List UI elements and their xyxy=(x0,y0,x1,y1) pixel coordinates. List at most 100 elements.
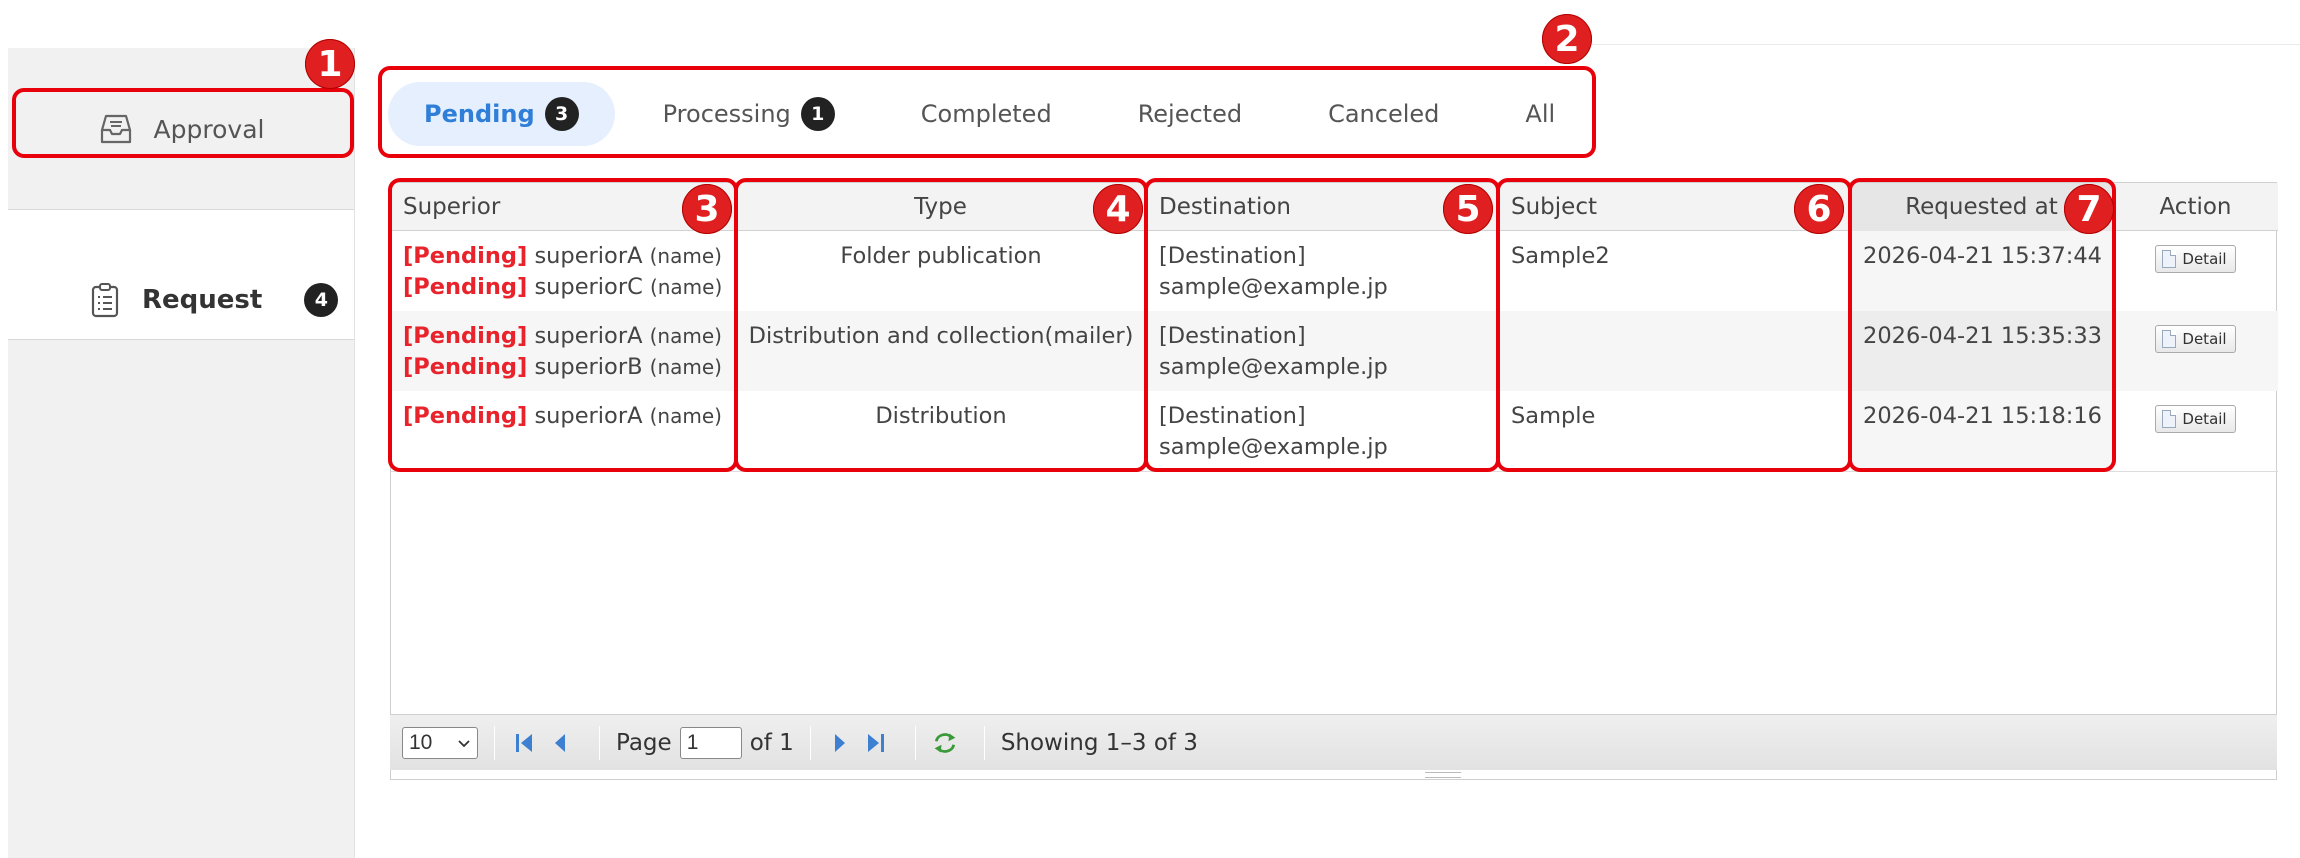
refresh-icon xyxy=(934,732,956,753)
destination-label: [Destination] xyxy=(1159,323,1306,349)
annotation-marker-7: 7 xyxy=(2064,184,2114,234)
cell-type: Distribution xyxy=(875,403,1007,429)
superior-name: (name) xyxy=(649,404,722,428)
tab-processing-count: 1 xyxy=(800,97,835,131)
tab-processing-label: Processing xyxy=(662,100,791,128)
detail-button[interactable]: Detail xyxy=(2155,325,2236,353)
header-divider xyxy=(1560,44,2300,45)
superior-user: superiorA xyxy=(534,323,643,349)
cell-type: Folder publication xyxy=(840,243,1042,269)
pending-status: [Pending] xyxy=(403,274,528,300)
sidebar-item-approval-label: Approval xyxy=(153,114,265,144)
superior-user: superiorA xyxy=(534,403,643,429)
destination-label: [Destination] xyxy=(1159,403,1306,429)
page-size-select[interactable]: 10 xyxy=(402,726,478,759)
sidebar-item-request-label: Request xyxy=(142,284,263,315)
prev-page-icon xyxy=(555,733,565,752)
pending-status: [Pending] xyxy=(403,403,528,429)
page-number-input[interactable]: 1 xyxy=(679,726,742,759)
tab-pending-count: 3 xyxy=(544,97,579,131)
showing-count-text: Showing 1–3 of 3 xyxy=(1000,729,1198,756)
pending-status: [Pending] xyxy=(403,243,528,269)
cell-requested-at: 2026-04-21 15:37:44 xyxy=(1851,231,2113,311)
page-total-label: of 1 xyxy=(749,729,794,756)
sidebar-approval-section: Approval xyxy=(8,48,354,210)
document-icon xyxy=(2162,330,2177,348)
destination-email: sample@example.jp xyxy=(1159,434,1388,460)
annotation-marker-3: 3 xyxy=(682,184,732,234)
document-icon xyxy=(2162,250,2177,268)
grid-header: Superior Type Destination Subject Reques… xyxy=(391,183,2278,231)
table-row: [Pending] superiorA (name) [Pending] sup… xyxy=(391,231,2278,311)
pager-separator xyxy=(914,725,916,760)
cell-destination: [Destination] sample@example.jp xyxy=(1147,311,1499,391)
tab-canceled[interactable]: Canceled xyxy=(1300,82,1467,146)
cell-type: Distribution and collection(mailer) xyxy=(748,323,1134,349)
tab-all[interactable]: All xyxy=(1497,82,1583,146)
page-size-value: 10 xyxy=(409,730,433,754)
pager-separator xyxy=(599,725,600,760)
first-page-icon xyxy=(516,733,532,752)
annotation-marker-6: 6 xyxy=(1794,184,1844,234)
cell-requested-at: 2026-04-21 15:18:16 xyxy=(1851,391,2113,471)
cell-requested-at: 2026-04-21 15:35:33 xyxy=(1851,311,2113,391)
superior-user: superiorA xyxy=(534,243,643,269)
sidebar-empty-area xyxy=(8,340,354,858)
cell-subject: Sample2 xyxy=(1511,243,1610,269)
clipboard-list-icon xyxy=(90,282,120,318)
sidebar-spacer xyxy=(8,210,354,260)
cell-superior: [Pending] superiorA (name) xyxy=(391,391,735,471)
next-page-button[interactable] xyxy=(827,728,853,758)
detail-button[interactable]: Detail xyxy=(2155,405,2236,433)
pending-status: [Pending] xyxy=(403,354,528,380)
chevron-down-icon xyxy=(457,731,471,755)
destination-email: sample@example.jp xyxy=(1159,274,1388,300)
detail-button-label: Detail xyxy=(2182,409,2227,428)
refresh-button[interactable] xyxy=(932,728,958,758)
tab-pending-label: Pending xyxy=(424,100,535,128)
tab-processing[interactable]: Processing 1 xyxy=(635,82,863,146)
resize-handle[interactable] xyxy=(1425,772,1461,778)
annotation-marker-4: 4 xyxy=(1093,184,1143,234)
destination-label: [Destination] xyxy=(1159,243,1306,269)
cell-destination: [Destination] sample@example.jp xyxy=(1147,391,1499,471)
last-page-button[interactable] xyxy=(863,728,889,758)
first-page-button[interactable] xyxy=(511,728,537,758)
superior-name: (name) xyxy=(649,275,723,299)
column-header-type[interactable]: Type xyxy=(735,183,1147,231)
pager-separator xyxy=(983,725,985,760)
sidebar: Approval Request 4 xyxy=(8,48,355,858)
pager-separator xyxy=(809,725,811,760)
cell-subject xyxy=(1499,311,1851,391)
table-row: [Pending] superiorA (name) Distribution … xyxy=(391,391,2278,471)
sidebar-divider xyxy=(354,48,355,858)
tab-completed[interactable]: Completed xyxy=(893,82,1080,146)
detail-button-label: Detail xyxy=(2182,249,2227,268)
destination-email: sample@example.jp xyxy=(1159,354,1388,380)
table-bottom-border xyxy=(391,471,2278,472)
sidebar-item-request[interactable]: Request 4 xyxy=(8,260,354,340)
superior-name: (name) xyxy=(649,355,722,379)
superior-name: (name) xyxy=(649,244,722,268)
prev-page-button[interactable] xyxy=(547,728,573,758)
tab-pending[interactable]: Pending 3 xyxy=(388,82,615,146)
annotation-marker-1: 1 xyxy=(305,39,355,89)
last-page-icon xyxy=(867,733,884,752)
document-icon xyxy=(2162,410,2177,428)
cell-action: Detail xyxy=(2113,391,2278,471)
cell-superior: [Pending] superiorA (name) [Pending] sup… xyxy=(391,311,735,391)
annotation-marker-5: 5 xyxy=(1443,184,1493,234)
cell-action: Detail xyxy=(2113,311,2278,391)
request-grid: Superior Type Destination Subject Reques… xyxy=(390,182,2278,780)
detail-button-label: Detail xyxy=(2182,329,2227,348)
detail-button[interactable]: Detail xyxy=(2155,245,2236,273)
tab-rejected[interactable]: Rejected xyxy=(1110,82,1270,146)
cell-superior: [Pending] superiorA (name) [Pending] sup… xyxy=(391,231,735,311)
page-label: Page xyxy=(616,729,672,756)
next-page-icon xyxy=(834,733,845,752)
cell-subject: Sample xyxy=(1511,403,1596,429)
sidebar-item-approval[interactable]: Approval xyxy=(8,96,354,162)
request-count-badge: 4 xyxy=(304,282,339,317)
table-row: [Pending] superiorA (name) [Pending] sup… xyxy=(391,311,2278,391)
column-header-action[interactable]: Action xyxy=(2113,183,2278,231)
